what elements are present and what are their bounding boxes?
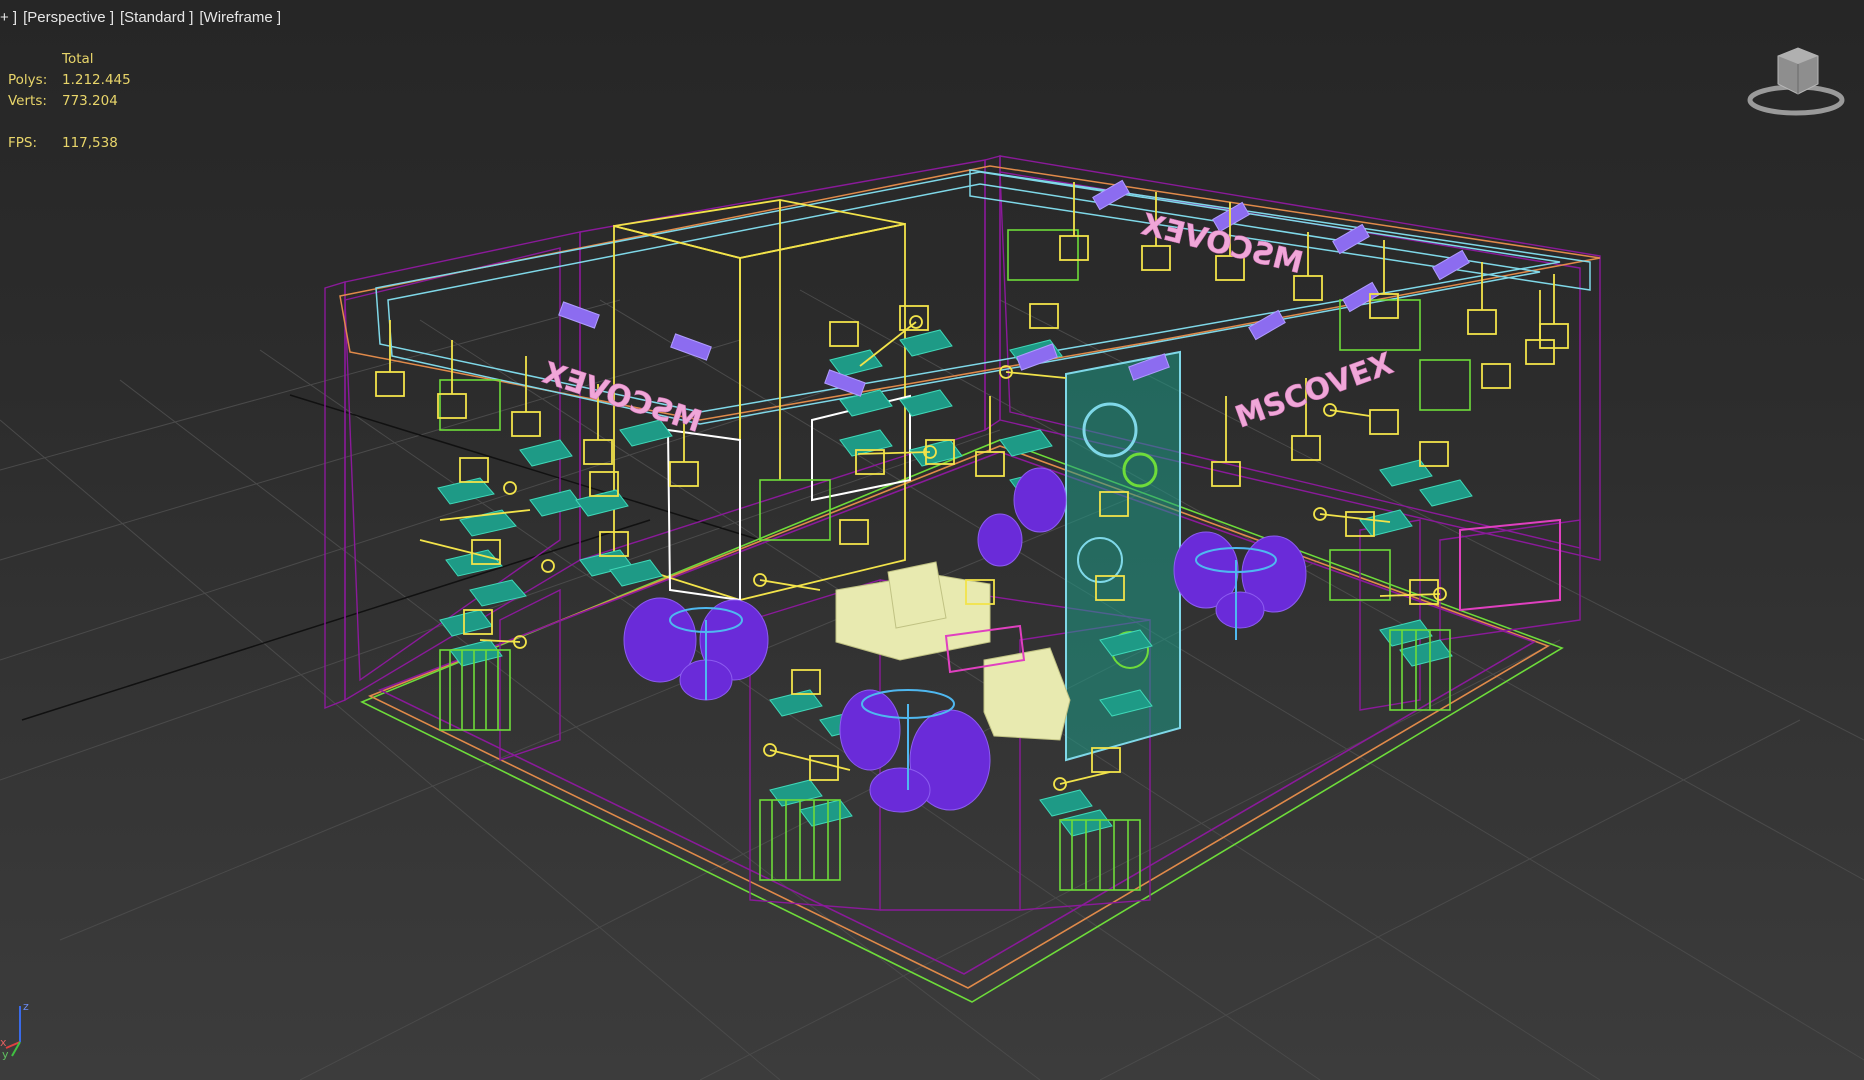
axis-y-label: y — [2, 1048, 9, 1060]
axis-z-label: z — [23, 1000, 29, 1013]
sign-right: MSCOVEX — [1231, 346, 1398, 435]
viewcube-icon[interactable] — [1742, 40, 1852, 120]
axis-tripod-icon: z x y — [0, 1000, 40, 1061]
viewport-perspective[interactable]: + ] [Perspective ] [Standard ] [Wirefram… — [0, 0, 1864, 1080]
doorways — [666, 394, 911, 602]
scene-wireframe-render[interactable]: MSCOVEX MSCOVEX MSCOVEX — [0, 0, 1864, 1080]
sign-left: MSCOVEX — [538, 356, 706, 440]
truss-beams — [339, 165, 1601, 425]
light-gizmos — [375, 182, 1569, 791]
